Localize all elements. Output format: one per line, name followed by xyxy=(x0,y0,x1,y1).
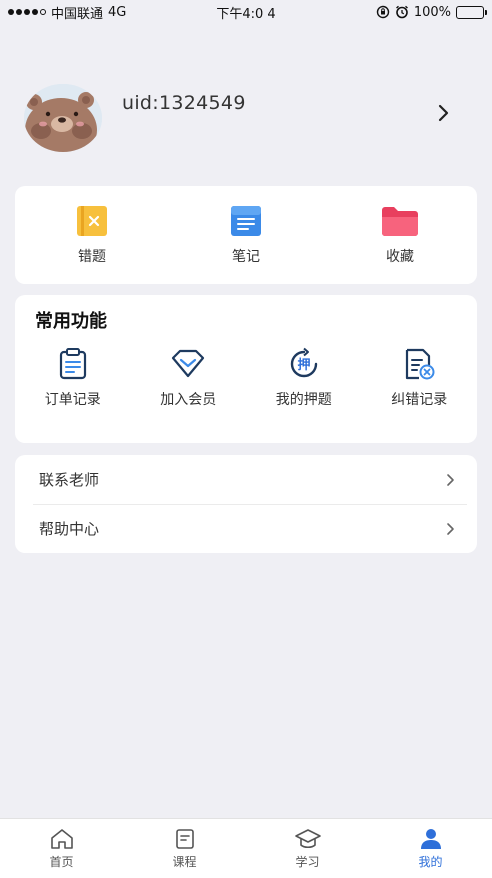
wrong-questions-button[interactable]: 错题 xyxy=(32,204,152,266)
common-functions-card: 常用功能 订单记录 加入会员 押 我的押题 纠错记录 xyxy=(15,295,477,443)
favorites-label: 收藏 xyxy=(386,249,414,265)
membership-diamond-icon xyxy=(172,349,205,378)
network-type: 4G xyxy=(108,4,127,20)
battery-icon xyxy=(456,5,487,19)
chevron-right-icon xyxy=(447,473,454,486)
error-correction-record-button[interactable]: 纠错记录 xyxy=(364,347,474,409)
contact-teacher-row[interactable]: 联系老师 xyxy=(15,455,477,504)
tab-course[interactable]: 课程 xyxy=(123,819,246,878)
contact-teacher-label: 联系老师 xyxy=(39,471,100,489)
order-record-button[interactable]: 订单记录 xyxy=(18,347,128,409)
wrong-questions-label: 错题 xyxy=(78,249,106,265)
favorites-button[interactable]: 收藏 xyxy=(340,204,460,266)
home-icon xyxy=(50,829,73,849)
tab-mine-label: 我的 xyxy=(418,855,443,869)
error-correction-label: 纠错记录 xyxy=(391,392,448,408)
prediction-glyph: 押 xyxy=(297,357,310,373)
error-correction-icon xyxy=(406,348,435,380)
status-bar: 中国联通 4G 下午4:0 4 100% xyxy=(0,0,492,24)
section-title: 常用功能 xyxy=(35,311,107,332)
rotation-lock-icon xyxy=(376,5,390,19)
notes-icon xyxy=(231,206,261,236)
signal-strength-icon xyxy=(8,9,46,15)
favorites-folder-icon xyxy=(382,207,418,236)
tab-mine[interactable]: 我的 xyxy=(369,819,492,878)
alarm-icon xyxy=(395,5,408,19)
help-center-label: 帮助中心 xyxy=(39,520,100,538)
tab-home[interactable]: 首页 xyxy=(0,819,123,878)
bottom-tab-bar: 首页 课程 学习 我的 xyxy=(0,818,492,878)
links-card: 联系老师 帮助中心 xyxy=(15,455,477,553)
profile-user-icon xyxy=(420,829,441,849)
avatar[interactable] xyxy=(24,84,102,152)
wrong-question-icon xyxy=(77,206,107,236)
user-id: uid:1324549 xyxy=(122,92,246,114)
tab-home-label: 首页 xyxy=(49,855,74,869)
join-membership-label: 加入会员 xyxy=(160,392,217,408)
my-predictions-label: 我的押题 xyxy=(275,392,332,408)
study-cap-icon xyxy=(294,829,321,849)
chevron-right-icon xyxy=(447,522,454,535)
order-record-label: 订单记录 xyxy=(44,392,101,408)
order-record-icon xyxy=(59,348,86,380)
join-membership-button[interactable]: 加入会员 xyxy=(133,347,243,409)
my-predictions-button[interactable]: 押 我的押题 xyxy=(249,347,359,409)
course-icon xyxy=(175,829,194,849)
help-center-row[interactable]: 帮助中心 xyxy=(15,504,477,553)
chevron-right-icon[interactable] xyxy=(438,104,450,122)
status-time: 下午4:0 4 xyxy=(216,6,276,22)
notes-label: 笔记 xyxy=(232,249,260,265)
tab-study[interactable]: 学习 xyxy=(246,819,369,878)
battery-percentage: 100% xyxy=(413,4,451,20)
tab-course-label: 课程 xyxy=(172,855,197,869)
tab-study-label: 学习 xyxy=(295,855,320,869)
notes-button[interactable]: 笔记 xyxy=(186,204,306,266)
quick-access-card: 错题 笔记 收藏 xyxy=(15,186,477,284)
carrier-name: 中国联通 xyxy=(51,6,104,22)
my-predictions-icon: 押 xyxy=(290,347,317,378)
profile-header[interactable]: uid:1324549 xyxy=(24,82,454,154)
